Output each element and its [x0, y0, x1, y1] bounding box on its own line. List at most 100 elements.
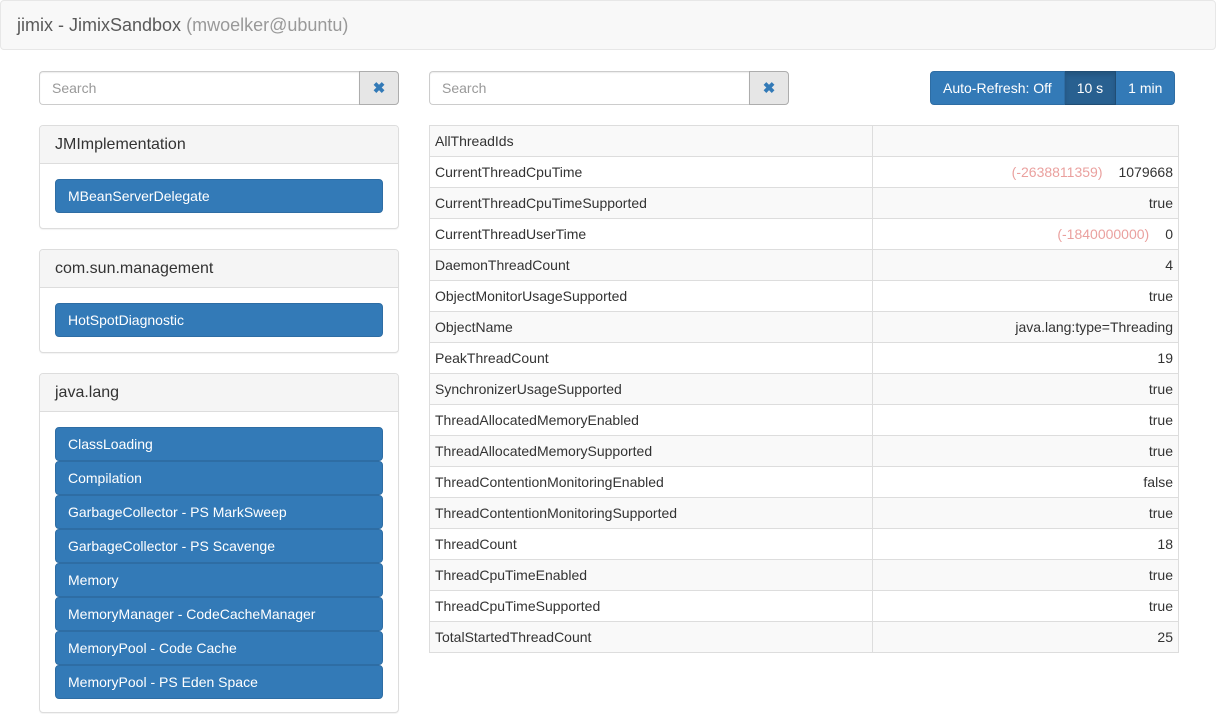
attribute-value: false	[1143, 474, 1173, 490]
attribute-delta: (-2638811359)	[1011, 164, 1103, 180]
attribute-value-cell: (-1840000000) 0	[872, 218, 1179, 250]
attribute-value-cell: 18	[872, 528, 1179, 560]
table-row: ThreadContentionMonitoringEnabled false	[429, 466, 1179, 498]
attribute-table: AllThreadIds CurrentThreadCpuTime (-263881…	[429, 125, 1179, 653]
mbean-button[interactable]: GarbageCollector - PS MarkSweep	[55, 495, 383, 529]
attribute-value: true	[1148, 443, 1173, 459]
table-row: ThreadCpuTimeSupported true	[429, 590, 1179, 622]
table-row: AllThreadIds	[429, 125, 1179, 157]
attribute-value-cell	[872, 125, 1179, 157]
attribute-name: CurrentThreadUserTime	[429, 218, 873, 250]
attribute-name: ThreadAllocatedMemorySupported	[429, 435, 873, 467]
attribute-value-cell: true	[872, 559, 1179, 591]
domain-heading: java.lang	[40, 374, 398, 412]
attribute-name: TotalStartedThreadCount	[429, 621, 873, 653]
table-row: SynchronizerUsageSupported true	[429, 373, 1179, 405]
attribute-value: 0	[1165, 226, 1173, 242]
mbean-button[interactable]: MemoryPool - PS Eden Space	[55, 665, 383, 699]
domain-heading: JMImplementation	[40, 126, 398, 164]
auto-refresh-10s-button[interactable]: 10 s	[1064, 71, 1117, 105]
attribute-value-cell: (-2638811359) 1079668	[872, 156, 1179, 188]
table-row: ThreadContentionMonitoringSupported true	[429, 497, 1179, 529]
attribute-name: ThreadContentionMonitoringEnabled	[429, 466, 873, 498]
instance-name: JimixSandbox	[69, 15, 182, 35]
table-row: TotalStartedThreadCount 25	[429, 621, 1179, 653]
attribute-value-cell: 25	[872, 621, 1179, 653]
attribute-search-input[interactable]	[429, 71, 749, 105]
mbean-button[interactable]: Memory	[55, 563, 383, 597]
domain-panel-jmimplementation: JMImplementation MBeanServerDelegate	[39, 125, 399, 229]
table-row: ThreadCount 18	[429, 528, 1179, 560]
host-label: (mwoelker@ubuntu)	[186, 15, 349, 35]
attribute-name: ObjectMonitorUsageSupported	[429, 280, 873, 312]
domain-panel-java-lang: java.lang ClassLoading Compilation Garba…	[39, 373, 399, 713]
app-brand[interactable]: jimix - JimixSandbox (mwoelker@ubuntu)	[17, 15, 348, 36]
table-row: ObjectMonitorUsageSupported true	[429, 280, 1179, 312]
attribute-search-group: ✖	[429, 71, 789, 105]
attribute-name: SynchronizerUsageSupported	[429, 373, 873, 405]
attribute-value-cell: 19	[872, 342, 1179, 374]
mbean-button[interactable]: MemoryManager - CodeCacheManager	[55, 597, 383, 631]
auto-refresh-group: Auto-Refresh: Off 10 s 1 min	[930, 71, 1176, 105]
table-row: ObjectName java.lang:type=Threading	[429, 311, 1179, 343]
attribute-value-cell: true	[872, 187, 1179, 219]
attribute-value: java.lang:type=Threading	[1015, 319, 1173, 335]
attribute-value: 25	[1157, 629, 1173, 645]
attribute-value: true	[1148, 381, 1173, 397]
attribute-name: CurrentThreadCpuTime	[429, 156, 873, 188]
brand-separator: -	[53, 15, 69, 35]
attribute-value-cell: 4	[872, 249, 1179, 281]
auto-refresh-off-button[interactable]: Auto-Refresh: Off	[930, 71, 1065, 105]
table-row: CurrentThreadUserTime (-1840000000) 0	[429, 218, 1179, 250]
domain-panel-com-sun-management: com.sun.management HotSpotDiagnostic	[39, 249, 399, 353]
attribute-value: 18	[1157, 536, 1173, 552]
table-row: DaemonThreadCount 4	[429, 249, 1179, 281]
domain-heading: com.sun.management	[40, 250, 398, 288]
attribute-name: ThreadCpuTimeEnabled	[429, 559, 873, 591]
attribute-value: 1079668	[1118, 164, 1173, 180]
attribute-value: true	[1148, 598, 1173, 614]
mbean-search-input[interactable]	[39, 71, 359, 105]
mbean-button[interactable]: MBeanServerDelegate	[55, 179, 383, 213]
domain-bean-list: ClassLoading Compilation GarbageCollecto…	[40, 412, 398, 714]
table-row: PeakThreadCount 19	[429, 342, 1179, 374]
attribute-value: true	[1148, 288, 1173, 304]
mbean-button[interactable]: MemoryPool - Code Cache	[55, 631, 383, 665]
close-icon: ✖	[372, 80, 386, 97]
attribute-name: AllThreadIds	[429, 125, 873, 157]
attribute-value: true	[1148, 505, 1173, 521]
attribute-value-cell: false	[872, 466, 1179, 498]
auto-refresh-1min-button[interactable]: 1 min	[1116, 71, 1176, 105]
attribute-value: true	[1148, 567, 1173, 583]
attribute-value: true	[1148, 412, 1173, 428]
mbean-search-group: ✖	[39, 71, 399, 105]
table-row: ThreadAllocatedMemorySupported true	[429, 435, 1179, 467]
attribute-value-cell: java.lang:type=Threading	[872, 311, 1179, 343]
attribute-table-body: AllThreadIds CurrentThreadCpuTime (-263881…	[429, 125, 1179, 653]
attribute-name: DaemonThreadCount	[429, 249, 873, 281]
mbean-button[interactable]: Compilation	[55, 461, 383, 495]
table-row: ThreadCpuTimeEnabled true	[429, 559, 1179, 591]
attribute-value: 19	[1157, 350, 1173, 366]
mbean-button[interactable]: GarbageCollector - PS Scavenge	[55, 529, 383, 563]
attribute-name: ObjectName	[429, 311, 873, 343]
attribute-value-cell: true	[872, 435, 1179, 467]
attribute-name: ThreadContentionMonitoringSupported	[429, 497, 873, 529]
top-navbar: jimix - JimixSandbox (mwoelker@ubuntu)	[0, 0, 1216, 50]
domain-bean-list: MBeanServerDelegate	[40, 164, 398, 228]
table-row: ThreadAllocatedMemoryEnabled true	[429, 404, 1179, 436]
app-name: jimix	[17, 15, 53, 35]
mbean-button[interactable]: HotSpotDiagnostic	[55, 303, 383, 337]
domain-bean-list: HotSpotDiagnostic	[40, 288, 398, 352]
attribute-value-cell: true	[872, 590, 1179, 622]
attribute-value: 4	[1165, 257, 1173, 273]
attribute-value-cell: true	[872, 404, 1179, 436]
attribute-name: CurrentThreadCpuTimeSupported	[429, 187, 873, 219]
attribute-name: ThreadAllocatedMemoryEnabled	[429, 404, 873, 436]
close-icon: ✖	[762, 80, 776, 97]
mbean-button[interactable]: ClassLoading	[55, 427, 383, 461]
attribute-value-cell: true	[872, 497, 1179, 529]
mbean-search-clear-button[interactable]: ✖	[359, 71, 399, 105]
attribute-name: ThreadCpuTimeSupported	[429, 590, 873, 622]
attribute-search-clear-button[interactable]: ✖	[749, 71, 789, 105]
